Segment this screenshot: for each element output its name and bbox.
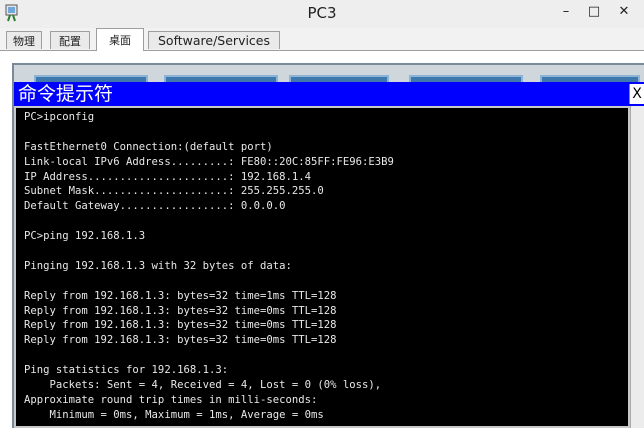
- terminal-line: Pinging 192.168.1.3 with 32 bytes of dat…: [24, 259, 292, 272]
- terminal-line: Reply from 192.168.1.3: bytes=32 time=0m…: [24, 334, 337, 347]
- command-prompt-window: 命令提示符 X PC>ipconfig FastEthernet0 Connec…: [14, 82, 644, 428]
- terminal-output[interactable]: PC>ipconfig FastEthernet0 Connection:(de…: [14, 106, 630, 428]
- command-prompt-close-button[interactable]: X: [629, 84, 644, 104]
- tab-software-services[interactable]: Software/Services: [148, 31, 280, 49]
- terminal-line: PC>ipconfig: [24, 111, 95, 123]
- command-prompt-title-text: 命令提示符: [18, 83, 114, 105]
- terminal-scrollbar[interactable]: [630, 106, 644, 428]
- terminal-line: Link-local IPv6 Address.........: FE80::…: [24, 155, 394, 168]
- terminal-line: PC>ping 192.168.1.3: [24, 230, 146, 243]
- terminal-line: Reply from 192.168.1.3: bytes=32 time=0m…: [24, 319, 337, 332]
- terminal-text: PC>ipconfig FastEthernet0 Connection:(de…: [24, 110, 628, 423]
- terminal-line: Minimum = 0ms, Maximum = 1ms, Average = …: [24, 408, 324, 421]
- minimize-button[interactable]: –: [552, 0, 580, 22]
- tab-physical[interactable]: 物理: [6, 31, 42, 49]
- terminal-line: Reply from 192.168.1.3: bytes=32 time=1m…: [24, 289, 337, 302]
- terminal-line: Default Gateway.................: 0.0.0.…: [24, 200, 286, 213]
- terminal-line: Reply from 192.168.1.3: bytes=32 time=0m…: [24, 304, 337, 317]
- terminal-line: Approximate round trip times in milli-se…: [24, 393, 318, 406]
- terminal-line: FastEthernet0 Connection:(default port): [24, 140, 273, 153]
- terminal-line: Packets: Sent = 4, Received = 4, Lost = …: [24, 379, 382, 392]
- terminal-line: IP Address......................: 192.16…: [24, 170, 312, 183]
- terminal-line: Ping statistics for 192.168.1.3:: [24, 364, 229, 377]
- close-button[interactable]: ✕: [608, 0, 640, 22]
- terminal-line: Subnet Mask.....................: 255.25…: [24, 185, 324, 198]
- tab-config[interactable]: 配置: [50, 31, 90, 49]
- window-title-bar: PC3 – □ ✕: [0, 0, 644, 28]
- maximize-button[interactable]: □: [580, 0, 608, 22]
- window-title: PC3: [307, 4, 337, 22]
- command-prompt-title: 命令提示符: [14, 82, 644, 106]
- tab-desktop[interactable]: 桌面: [96, 28, 144, 51]
- tab-bar: 物理 配置 桌面 Software/Services: [0, 28, 644, 51]
